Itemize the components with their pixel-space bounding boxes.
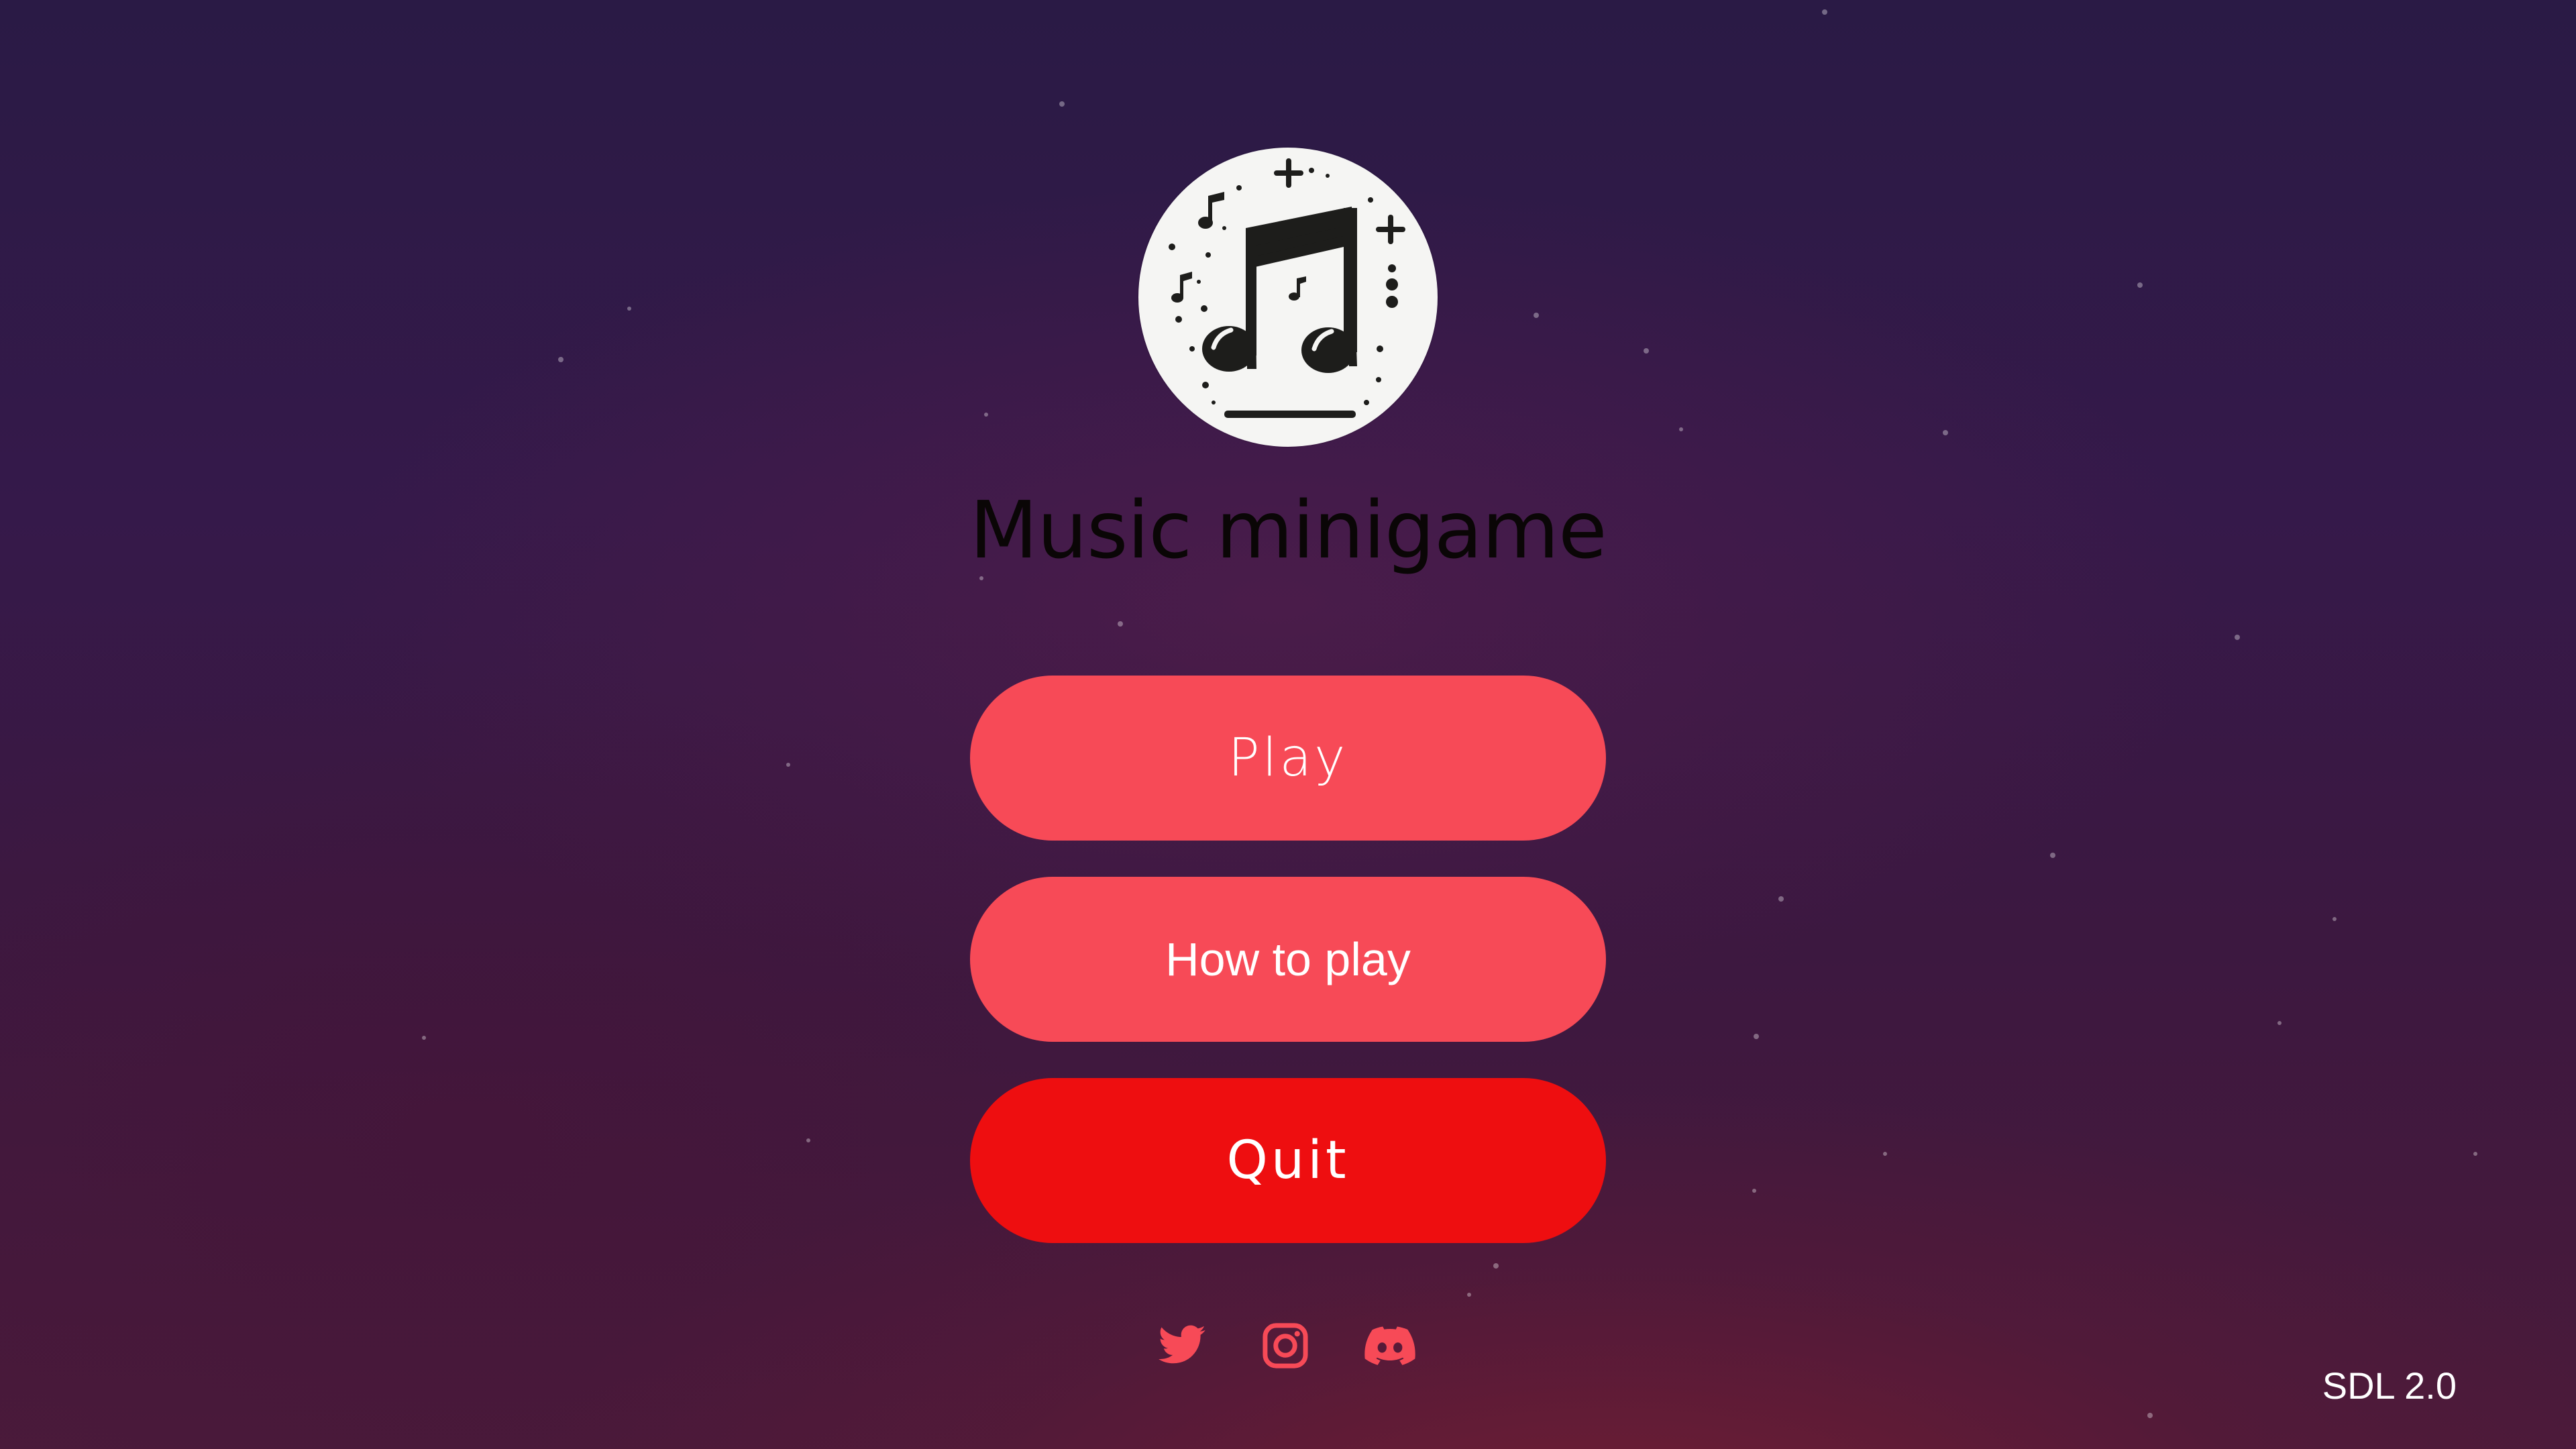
game-title: Music minigame (969, 484, 1607, 576)
how-to-play-button[interactable]: How to play (970, 877, 1606, 1042)
instagram-icon[interactable] (1260, 1320, 1311, 1371)
version-label: SDL 2.0 (2322, 1364, 2457, 1407)
quit-button[interactable]: Quit (970, 1078, 1606, 1243)
twitter-icon[interactable] (1157, 1320, 1208, 1371)
discord-icon[interactable] (1364, 1320, 1415, 1371)
music-note-icon (1138, 148, 1438, 447)
how-to-play-button-label: How to play (1165, 933, 1411, 985)
play-button[interactable]: Play (970, 676, 1606, 841)
play-button-label: Play (1228, 728, 1348, 788)
quit-button-label: Quit (1226, 1130, 1350, 1191)
